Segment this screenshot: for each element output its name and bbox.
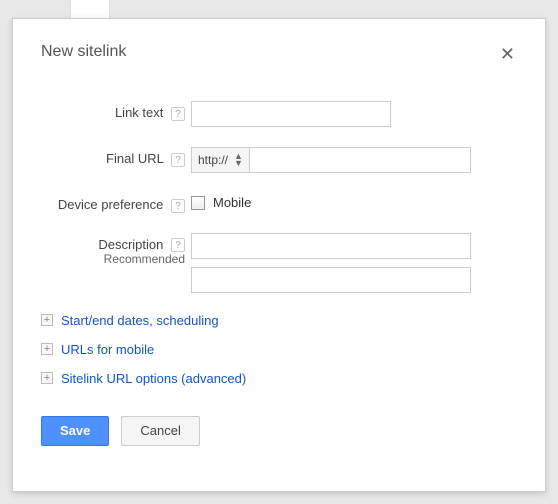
help-icon[interactable]: ? [171, 238, 185, 252]
select-arrows-icon: ▲▼ [234, 153, 243, 167]
expandable-sections: + Start/end dates, scheduling + URLs for… [41, 313, 517, 386]
row-device-preference: Device preference ? Mobile [41, 193, 517, 213]
panel-title: New sitelink [41, 43, 126, 61]
description-label-text: Description [98, 237, 163, 252]
cancel-button[interactable]: Cancel [121, 416, 199, 446]
description-line2-input[interactable] [191, 267, 471, 293]
close-icon[interactable]: ✕ [498, 43, 517, 65]
device-pref-label-text: Device preference [58, 197, 164, 212]
expand-start-end-dates[interactable]: + Start/end dates, scheduling [41, 313, 517, 328]
label-description: Description ? Recommended [41, 233, 191, 267]
final-url-input[interactable] [250, 147, 471, 173]
label-final-url: Final URL ? [41, 147, 191, 167]
mobile-label: Mobile [213, 195, 251, 210]
row-link-text: Link text ? [41, 101, 517, 127]
help-icon[interactable]: ? [171, 153, 185, 167]
panel-header: New sitelink ✕ [41, 43, 517, 65]
plus-icon: + [41, 314, 53, 326]
row-description: Description ? Recommended [41, 233, 517, 293]
new-sitelink-panel: New sitelink ✕ Link text ? Final URL ? h… [12, 18, 546, 492]
expand-label: Start/end dates, scheduling [61, 313, 219, 328]
row-final-url: Final URL ? http:// ▲▼ [41, 147, 517, 173]
help-icon[interactable]: ? [171, 107, 185, 121]
final-url-label-text: Final URL [106, 151, 163, 166]
label-device-preference: Device preference ? [41, 193, 191, 213]
description-sub-label: Recommended [41, 252, 185, 266]
expand-label: URLs for mobile [61, 342, 154, 357]
background-tab-fragment [70, 0, 110, 20]
link-text-input[interactable] [191, 101, 391, 127]
protocol-select[interactable]: http:// ▲▼ [191, 147, 250, 173]
plus-icon: + [41, 372, 53, 384]
label-link-text: Link text ? [41, 101, 191, 121]
description-line1-input[interactable] [191, 233, 471, 259]
expand-label: Sitelink URL options (advanced) [61, 371, 246, 386]
plus-icon: + [41, 343, 53, 355]
link-text-label-text: Link text [115, 105, 163, 120]
expand-urls-for-mobile[interactable]: + URLs for mobile [41, 342, 517, 357]
button-row: Save Cancel [41, 416, 517, 446]
save-button[interactable]: Save [41, 416, 109, 446]
mobile-checkbox[interactable] [191, 196, 205, 210]
expand-sitelink-url-options[interactable]: + Sitelink URL options (advanced) [41, 371, 517, 386]
protocol-value: http:// [198, 153, 228, 167]
help-icon[interactable]: ? [171, 199, 185, 213]
